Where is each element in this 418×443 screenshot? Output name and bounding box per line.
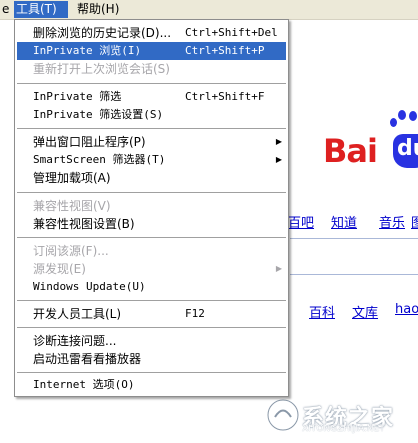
baidu-logo[interactable]: Bai du	[323, 128, 418, 172]
logo-text: Bai	[323, 132, 378, 170]
divider	[290, 274, 418, 275]
menu-help[interactable]: 帮助(H)	[75, 1, 125, 18]
submenu-arrow-icon: ▶	[275, 137, 282, 146]
menu-item-smartscreen-filter[interactable]: SmartScreen 筛选器(T) ▶	[17, 151, 286, 169]
menu-item-label: Windows Update(U)	[33, 280, 146, 293]
menu-edit-partial[interactable]: e	[0, 1, 10, 18]
menu-item-manage-addons[interactable]: 管理加载项(A)	[17, 169, 286, 187]
submenu-arrow-icon: ▶	[275, 264, 282, 273]
menu-separator	[17, 83, 286, 84]
menu-item-feed-discovery[interactable]: 源发现(E) ▶	[17, 260, 286, 278]
menu-item-label: 兼容性视图(V)	[33, 199, 111, 213]
menu-item-launch-xunlei-player[interactable]: 启动迅雷看看播放器	[17, 350, 286, 368]
menu-item-label: 重新打开上次浏览会话(S)	[33, 62, 170, 76]
menu-item-label: 弹出窗口阻止程序(P)	[33, 135, 146, 149]
menu-item-label: 启动迅雷看看播放器	[33, 352, 142, 366]
menu-separator	[17, 300, 286, 301]
menu-item-subscribe-feed[interactable]: 订阅该源(F)...	[17, 242, 286, 260]
logo-du: du	[393, 134, 418, 168]
menu-separator	[17, 192, 286, 193]
menu-item-label: SmartScreen 筛选器(T)	[33, 153, 166, 166]
menu-item-inprivate-filter-settings[interactable]: InPrivate 筛选设置(S)	[17, 106, 286, 124]
menu-item-label: Internet 选项(O)	[33, 378, 135, 391]
watermark: 系统之家 XITONGZHIJIA.NET	[262, 392, 412, 438]
nav-link-image[interactable]: 图	[411, 212, 418, 231]
menu-item-compat-view-settings[interactable]: 兼容性视图设置(B)	[17, 215, 286, 233]
menu-separator	[17, 327, 286, 328]
menu-tools[interactable]: 工具(T)	[14, 1, 68, 18]
menu-item-diagnose-connection[interactable]: 诊断连接问题...	[17, 332, 286, 350]
menu-item-shortcut: Ctrl+Shift+P	[185, 44, 265, 57]
tools-dropdown-menu: 删除浏览的历史记录(D)... Ctrl+Shift+Del InPrivate…	[14, 19, 289, 397]
link-baike[interactable]: 百科	[309, 302, 335, 321]
menu-item-label: 诊断连接问题...	[33, 334, 117, 348]
menu-item-windows-update[interactable]: Windows Update(U)	[17, 278, 286, 296]
submenu-arrow-icon: ▶	[275, 155, 282, 164]
menu-separator	[17, 237, 286, 238]
nav-link-zhidao[interactable]: 知道	[331, 212, 357, 231]
menu-item-label: InPrivate 筛选	[33, 90, 122, 103]
menu-separator	[17, 128, 286, 129]
menu-item-label: InPrivate 浏览(I)	[33, 44, 142, 57]
menu-bar: e 工具(T) 帮助(H)	[0, 0, 418, 20]
link-hao123[interactable]: hao	[395, 302, 418, 317]
menu-item-label: 兼容性视图设置(B)	[33, 217, 135, 231]
menu-separator	[17, 372, 286, 373]
menu-item-delete-history[interactable]: 删除浏览的历史记录(D)... Ctrl+Shift+Del	[17, 24, 286, 42]
menu-item-shortcut: F12	[185, 307, 205, 320]
menu-item-label: InPrivate 筛选设置(S)	[33, 108, 164, 121]
nav-link-music[interactable]: 音乐	[379, 212, 405, 231]
menu-item-label: 订阅该源(F)...	[33, 244, 109, 258]
menu-item-label: 源发现(E)	[33, 262, 86, 276]
watermark-url: XITONGZHIJIA.NET	[302, 424, 385, 434]
menu-item-label: 删除浏览的历史记录(D)...	[33, 26, 172, 40]
menu-item-label: 管理加载项(A)	[33, 171, 111, 185]
watermark-logo-icon	[266, 398, 300, 432]
menu-item-shortcut: Ctrl+Shift+Del	[185, 26, 278, 39]
menu-item-reopen-session[interactable]: 重新打开上次浏览会话(S)	[17, 60, 286, 78]
menu-item-compat-view[interactable]: 兼容性视图(V)	[17, 197, 286, 215]
menu-item-internet-options[interactable]: Internet 选项(O)	[17, 376, 286, 394]
menu-item-shortcut: Ctrl+Shift+F	[185, 90, 265, 103]
divider	[290, 238, 418, 239]
menu-item-popup-blocker[interactable]: 弹出窗口阻止程序(P) ▶	[17, 133, 286, 151]
menu-item-inprivate-filter[interactable]: InPrivate 筛选 Ctrl+Shift+F	[17, 88, 286, 106]
menu-item-inprivate-browsing[interactable]: InPrivate 浏览(I) Ctrl+Shift+P	[17, 42, 286, 60]
menu-item-label: 开发人员工具(L)	[33, 307, 122, 321]
link-wenku[interactable]: 文库	[352, 302, 378, 321]
nav-link-tieba[interactable]: 百吧	[288, 212, 314, 231]
menu-item-developer-tools[interactable]: 开发人员工具(L) F12	[17, 305, 286, 323]
